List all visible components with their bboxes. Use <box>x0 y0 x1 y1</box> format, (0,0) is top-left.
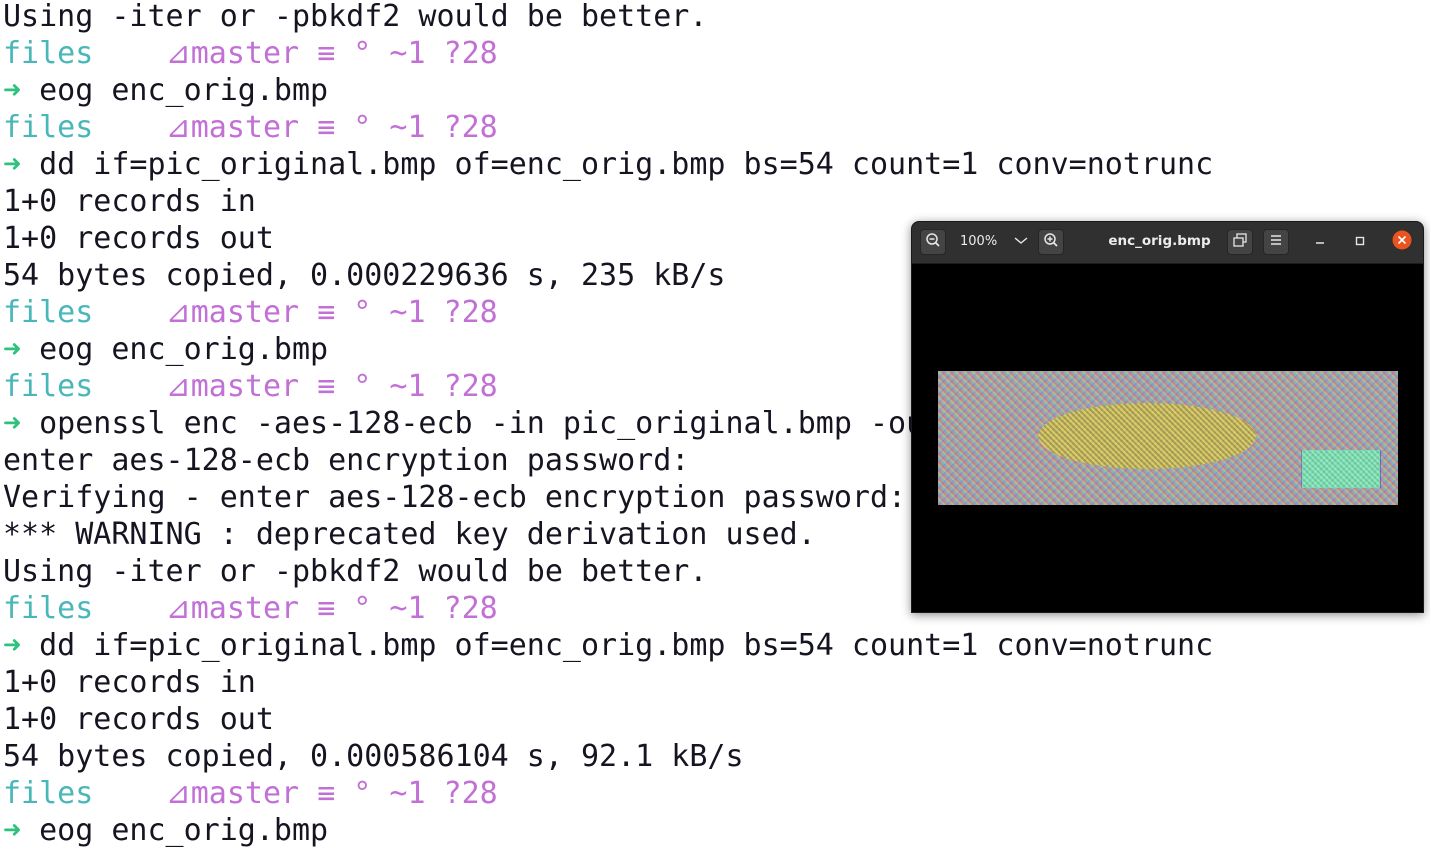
shell-prompt: files ⊿master ≡ ° ~1 ?28 <box>3 775 498 812</box>
image-viewer-window[interactable]: 100% enc_orig.bmp <box>911 221 1424 613</box>
command-text: eog enc_orig.bmp <box>39 332 329 367</box>
prompt-directory: files <box>3 295 94 330</box>
zoom-in-icon <box>1043 232 1059 252</box>
output-line: 54 bytes copied, 0.000229636 s, 235 kB/s <box>3 258 726 293</box>
command-line: ➜ openssl enc -aes-128-ecb -in pic_origi… <box>3 405 924 442</box>
zoom-out-button[interactable] <box>920 229 946 255</box>
prompt-directory: files <box>3 110 94 145</box>
zoom-dropdown-button[interactable] <box>1008 229 1034 255</box>
chevron-down-icon <box>1013 232 1029 252</box>
command-text: dd if=pic_original.bmp of=enc_orig.bmp b… <box>39 628 1214 663</box>
shell-prompt: files ⊿master ≡ ° ~1 ?28 <box>3 294 498 331</box>
output-line: 54 bytes copied, 0.000586104 s, 92.1 kB/… <box>3 739 744 774</box>
prompt-git-status: ⊿master ≡ ° ~1 ?28 <box>165 36 498 71</box>
prompt-arrow-icon: ➜ <box>3 406 22 441</box>
prompt-arrow-icon: ➜ <box>3 73 22 108</box>
output-line: enter aes-128-ecb encryption password: <box>3 443 690 478</box>
command-text: eog enc_orig.bmp <box>39 73 329 108</box>
prompt-git-status: ⊿master ≡ ° ~1 ?28 <box>165 776 498 811</box>
output-line: 1+0 records in <box>3 184 256 219</box>
image-rectangle-region <box>1302 450 1380 488</box>
prompt-directory: files <box>3 776 94 811</box>
prompt-git-status: ⊿master ≡ ° ~1 ?28 <box>165 369 498 404</box>
output-line: *** WARNING : deprecated key derivation … <box>3 517 816 552</box>
prompt-arrow-icon: ➜ <box>3 332 22 367</box>
command-line: ➜ dd if=pic_original.bmp of=enc_orig.bmp… <box>3 627 1213 664</box>
output-line: 1+0 records out <box>3 221 274 256</box>
prompt-git-status: ⊿master ≡ ° ~1 ?28 <box>165 295 498 330</box>
shell-prompt: files ⊿master ≡ ° ~1 ?28 <box>3 35 498 72</box>
command-line: ➜ dd if=pic_original.bmp of=enc_orig.bmp… <box>3 146 1213 183</box>
output-line: Using -iter or -pbkdf2 would be better. <box>3 554 708 589</box>
output-line: 1+0 records in <box>3 665 256 700</box>
prompt-arrow-icon: ➜ <box>3 628 22 663</box>
shell-prompt: files ⊿master ≡ ° ~1 ?28 <box>3 368 498 405</box>
maximize-icon <box>1353 233 1367 252</box>
shell-prompt: files ⊿master ≡ ° ~1 ?28 <box>3 109 498 146</box>
fullscreen-icon <box>1232 232 1248 252</box>
command-line: ➜ eog enc_orig.bmp <box>3 72 328 109</box>
output-line: Verifying - enter aes-128-ecb encryption… <box>3 480 907 515</box>
command-text: dd if=pic_original.bmp of=enc_orig.bmp b… <box>39 147 1214 182</box>
image-ellipse-region <box>1038 403 1256 469</box>
command-line: ➜ eog enc_orig.bmp <box>3 331 328 368</box>
output-line: Using -iter or -pbkdf2 would be better. <box>3 0 708 34</box>
hamburger-menu-icon <box>1268 232 1284 252</box>
command-line: ➜ eog enc_orig.bmp <box>3 812 328 849</box>
zoom-in-button[interactable] <box>1038 229 1064 255</box>
minimize-button[interactable] <box>1308 229 1332 255</box>
prompt-git-status: ⊿master ≡ ° ~1 ?28 <box>165 110 498 145</box>
fullscreen-button[interactable] <box>1227 229 1253 255</box>
zoom-out-icon <box>925 232 941 252</box>
menu-button[interactable] <box>1263 229 1289 255</box>
prompt-git-status: ⊿master ≡ ° ~1 ?28 <box>165 591 498 626</box>
maximize-button[interactable] <box>1348 229 1372 255</box>
viewer-headerbar[interactable]: 100% enc_orig.bmp <box>912 222 1423 264</box>
close-icon <box>1392 230 1412 254</box>
zoom-level-value[interactable]: 100% <box>960 234 997 249</box>
prompt-directory: files <box>3 369 94 404</box>
command-text: openssl enc -aes-128-ecb -in pic_origina… <box>39 406 925 441</box>
close-button[interactable] <box>1390 229 1414 255</box>
output-line: 1+0 records out <box>3 702 274 737</box>
image-canvas[interactable] <box>912 264 1423 612</box>
prompt-arrow-icon: ➜ <box>3 813 22 848</box>
minimize-icon <box>1313 233 1327 252</box>
encrypted-bitmap-image <box>938 371 1398 505</box>
command-text: eog enc_orig.bmp <box>39 813 329 848</box>
window-title: enc_orig.bmp <box>1108 233 1211 249</box>
prompt-directory: files <box>3 36 94 71</box>
prompt-arrow-icon: ➜ <box>3 147 22 182</box>
prompt-directory: files <box>3 591 94 626</box>
shell-prompt: files ⊿master ≡ ° ~1 ?28 <box>3 590 498 627</box>
